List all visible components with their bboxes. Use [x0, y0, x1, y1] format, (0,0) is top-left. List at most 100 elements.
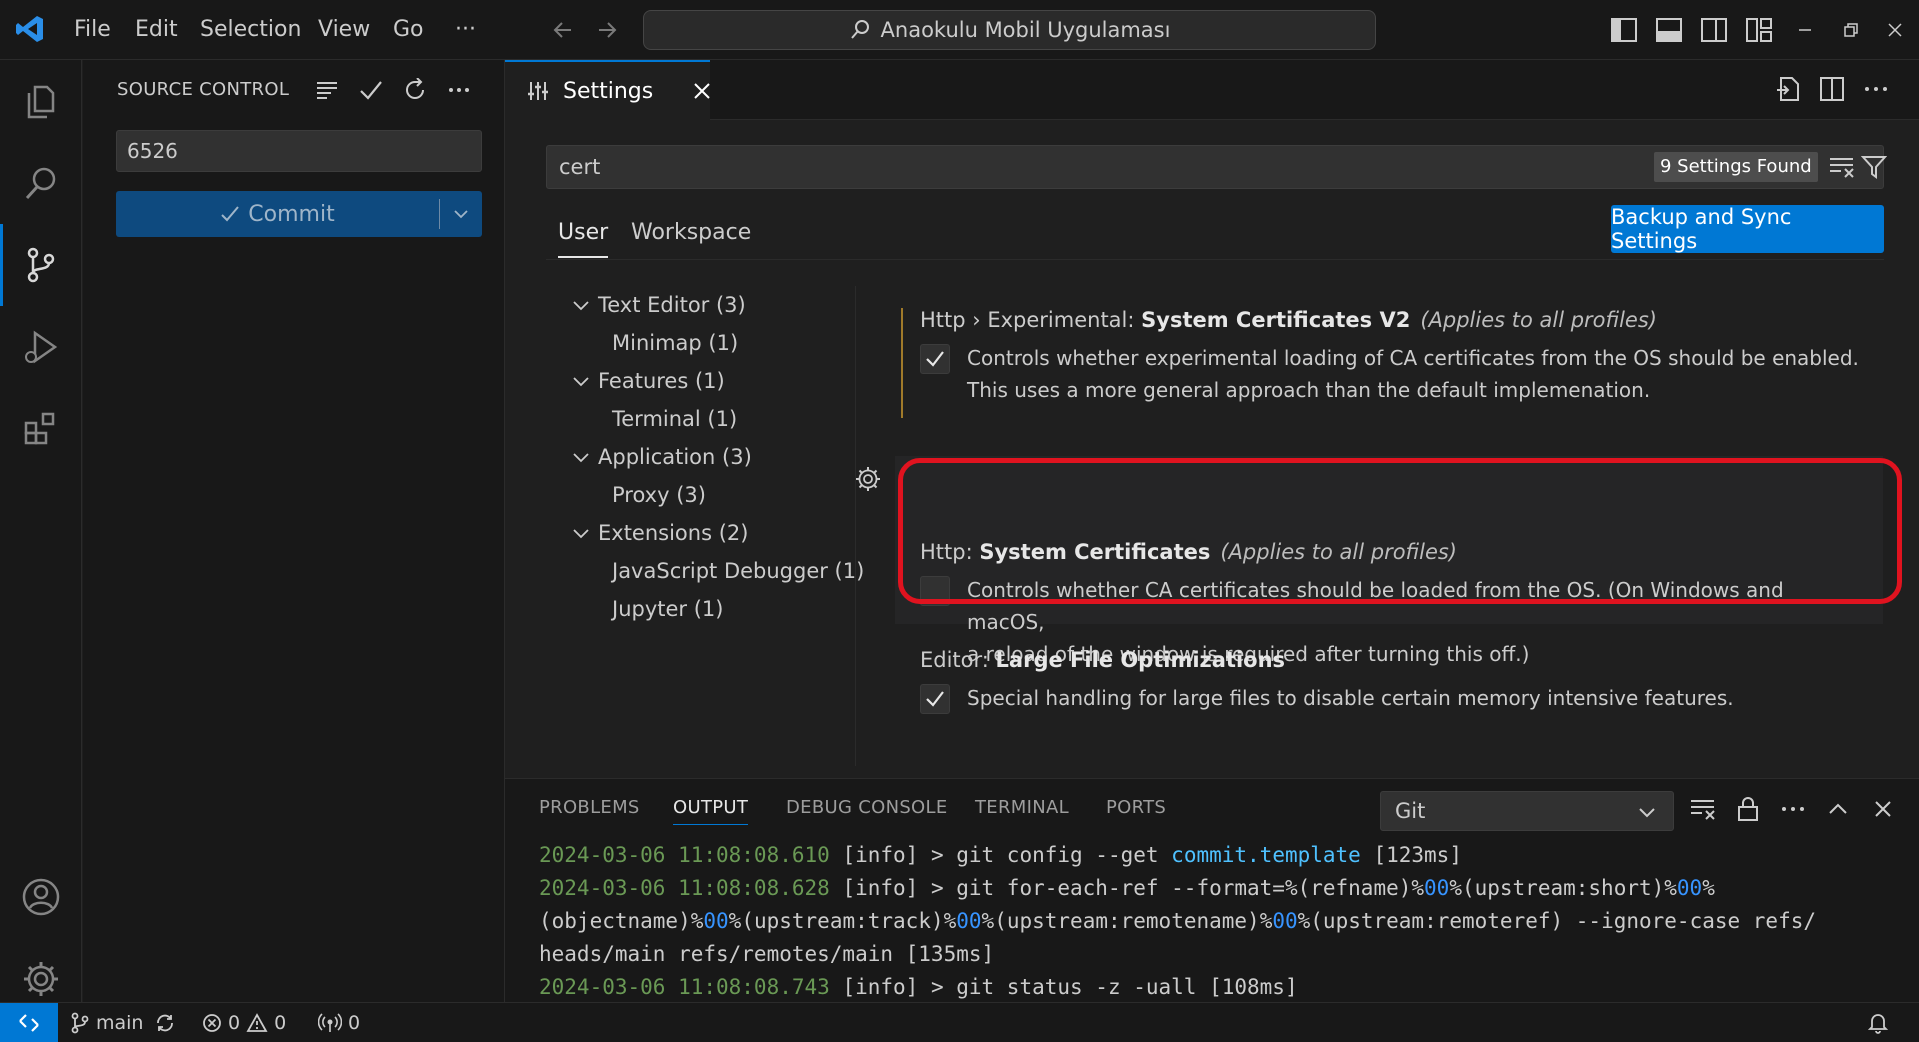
back-arrow-icon[interactable] — [548, 15, 578, 45]
commit-button[interactable]: Commit — [116, 191, 482, 237]
setting-title: Editor: Large File Optimizations — [920, 648, 1285, 672]
menu-go[interactable]: Go — [393, 0, 424, 60]
setting-category: Editor: — [920, 648, 996, 672]
tab-settings[interactable]: Settings — [505, 60, 710, 120]
commit-check-icon[interactable] — [359, 78, 383, 102]
toc-item-jupyter[interactable]: Jupyter (1) — [612, 590, 723, 628]
menu-view[interactable]: View — [318, 0, 370, 60]
settings-search-box[interactable]: 9 Settings Found — [546, 145, 1887, 189]
sync-status[interactable] — [154, 1003, 176, 1042]
close-window-icon[interactable] — [1880, 15, 1910, 45]
log-line: 2024-03-06 11:08:08.610 [info] > git con… — [539, 843, 1462, 867]
search-view-icon[interactable] — [0, 142, 82, 224]
broadcast-icon — [318, 1013, 342, 1033]
editor-more-actions-icon[interactable] — [1863, 76, 1889, 102]
panel-more-actions-icon[interactable] — [1777, 793, 1809, 825]
command-center[interactable]: Anaokulu Mobil Uygulaması — [643, 10, 1376, 50]
clear-output-icon[interactable] — [1687, 793, 1719, 825]
commit-dropdown-button[interactable] — [440, 191, 482, 237]
chevron-down-icon — [572, 372, 590, 390]
tab-terminal[interactable]: TERMINAL — [975, 779, 1069, 837]
setting-desc-line: Controls whether experimental loading of… — [967, 346, 1859, 370]
view-as-tree-icon[interactable] — [315, 78, 339, 102]
toc-item-terminal[interactable]: Terminal (1) — [612, 400, 737, 438]
close-tab-icon[interactable] — [693, 82, 711, 100]
chevron-down-icon — [453, 206, 469, 222]
error-icon — [202, 1013, 222, 1033]
run-debug-icon[interactable] — [0, 306, 82, 388]
setting-checkbox[interactable] — [920, 344, 950, 374]
source-control-sidebar: SOURCE CONTROL Commit — [83, 60, 505, 1002]
toggle-primary-sidebar-icon[interactable] — [1609, 15, 1639, 45]
warning-icon — [246, 1013, 268, 1033]
log-line: (objectname)%00%(upstream:track)%00%(ups… — [539, 909, 1817, 933]
tab-workspace[interactable]: Workspace — [631, 208, 751, 258]
output-channel-select[interactable]: Git — [1380, 791, 1674, 831]
restore-icon[interactable] — [1836, 15, 1866, 45]
problems-status[interactable]: 0 0 — [202, 1003, 286, 1042]
log-line: heads/main refs/remotes/main [135ms] — [539, 942, 995, 966]
activity-bar — [0, 60, 82, 1002]
editor-area: Settings 9 Settings Found User Workspace… — [505, 60, 1919, 778]
toggle-panel-icon[interactable] — [1654, 15, 1684, 45]
refresh-icon[interactable] — [403, 78, 427, 102]
explorer-icon[interactable] — [0, 60, 82, 142]
toc-item-proxy[interactable]: Proxy (3) — [612, 476, 706, 514]
minimize-icon[interactable] — [1790, 15, 1820, 45]
commit-message-input[interactable] — [116, 130, 482, 172]
tab-output[interactable]: OUTPUT — [673, 779, 749, 837]
highlight-box — [898, 458, 1902, 604]
maximize-panel-icon[interactable] — [1822, 793, 1854, 825]
filter-icon[interactable] — [1861, 154, 1887, 180]
status-bar: main 0 0 0 — [0, 1002, 1919, 1042]
more-actions-icon[interactable] — [447, 78, 471, 102]
open-settings-json-icon[interactable] — [1775, 76, 1801, 102]
menu-more[interactable]: ··· — [455, 0, 476, 60]
setting-gear-icon[interactable] — [855, 466, 881, 492]
ports-status[interactable]: 0 — [318, 1003, 360, 1042]
tab-user[interactable]: User — [558, 208, 609, 258]
toc-label: Terminal (1) — [612, 407, 738, 431]
toggle-secondary-sidebar-icon[interactable] — [1699, 15, 1729, 45]
accounts-icon[interactable] — [0, 856, 82, 938]
toc-item-text-editor[interactable]: Text Editor (3) — [572, 286, 746, 324]
vscode-logo-icon — [14, 13, 46, 45]
search-icon — [849, 19, 871, 41]
settings-sliders-icon — [527, 80, 549, 102]
output-log: 2024-03-06 11:08:08.610 [info] > git con… — [539, 839, 1909, 1004]
tab-debug-console[interactable]: DEBUG CONSOLE — [786, 779, 948, 837]
menu-edit[interactable]: Edit — [135, 0, 178, 60]
tab-ports[interactable]: PORTS — [1106, 779, 1166, 837]
log-line: 2024-03-06 11:08:08.628 [info] > git for… — [539, 876, 1715, 900]
lock-scroll-icon[interactable] — [1732, 793, 1764, 825]
extensions-icon[interactable] — [0, 388, 82, 470]
branch-status[interactable]: main — [70, 1003, 143, 1042]
toc-item-application[interactable]: Application (3) — [572, 438, 752, 476]
menu-selection[interactable]: Selection — [200, 0, 301, 60]
forward-arrow-icon[interactable] — [592, 15, 622, 45]
error-count: 0 — [228, 1012, 241, 1034]
remote-indicator[interactable] — [0, 1003, 58, 1042]
customize-layout-icon[interactable] — [1744, 15, 1774, 45]
toc-item-javascript-debugger[interactable]: JavaScript Debugger (1) — [612, 552, 864, 590]
git-branch-icon — [70, 1012, 90, 1034]
toc-item-features[interactable]: Features (1) — [572, 362, 725, 400]
close-panel-icon[interactable] — [1867, 793, 1899, 825]
notifications-status[interactable] — [1868, 1003, 1888, 1042]
clear-filter-icon[interactable] — [1829, 155, 1855, 179]
title-bar: File Edit Selection View Go ··· Anaokulu… — [0, 0, 1919, 60]
source-control-icon[interactable] — [0, 224, 82, 306]
toc-item-minimap[interactable]: Minimap (1) — [612, 324, 738, 362]
backup-sync-settings-button[interactable]: Backup and Sync Settings — [1611, 205, 1884, 253]
toc-item-extensions[interactable]: Extensions (2) — [572, 514, 748, 552]
settings-search-input[interactable] — [547, 146, 1547, 188]
toc-label: Application (3) — [598, 445, 752, 469]
menu-file[interactable]: File — [74, 0, 111, 60]
setting-name: System Certificates V2 — [1141, 308, 1411, 332]
toc-label: Extensions (2) — [598, 521, 749, 545]
settings-toc: Text Editor (3) Minimap (1) Features (1)… — [546, 286, 864, 766]
setting-checkbox[interactable] — [920, 684, 950, 714]
toc-label: Minimap (1) — [612, 331, 739, 355]
tab-problems[interactable]: PROBLEMS — [539, 779, 640, 837]
split-editor-icon[interactable] — [1819, 76, 1845, 102]
